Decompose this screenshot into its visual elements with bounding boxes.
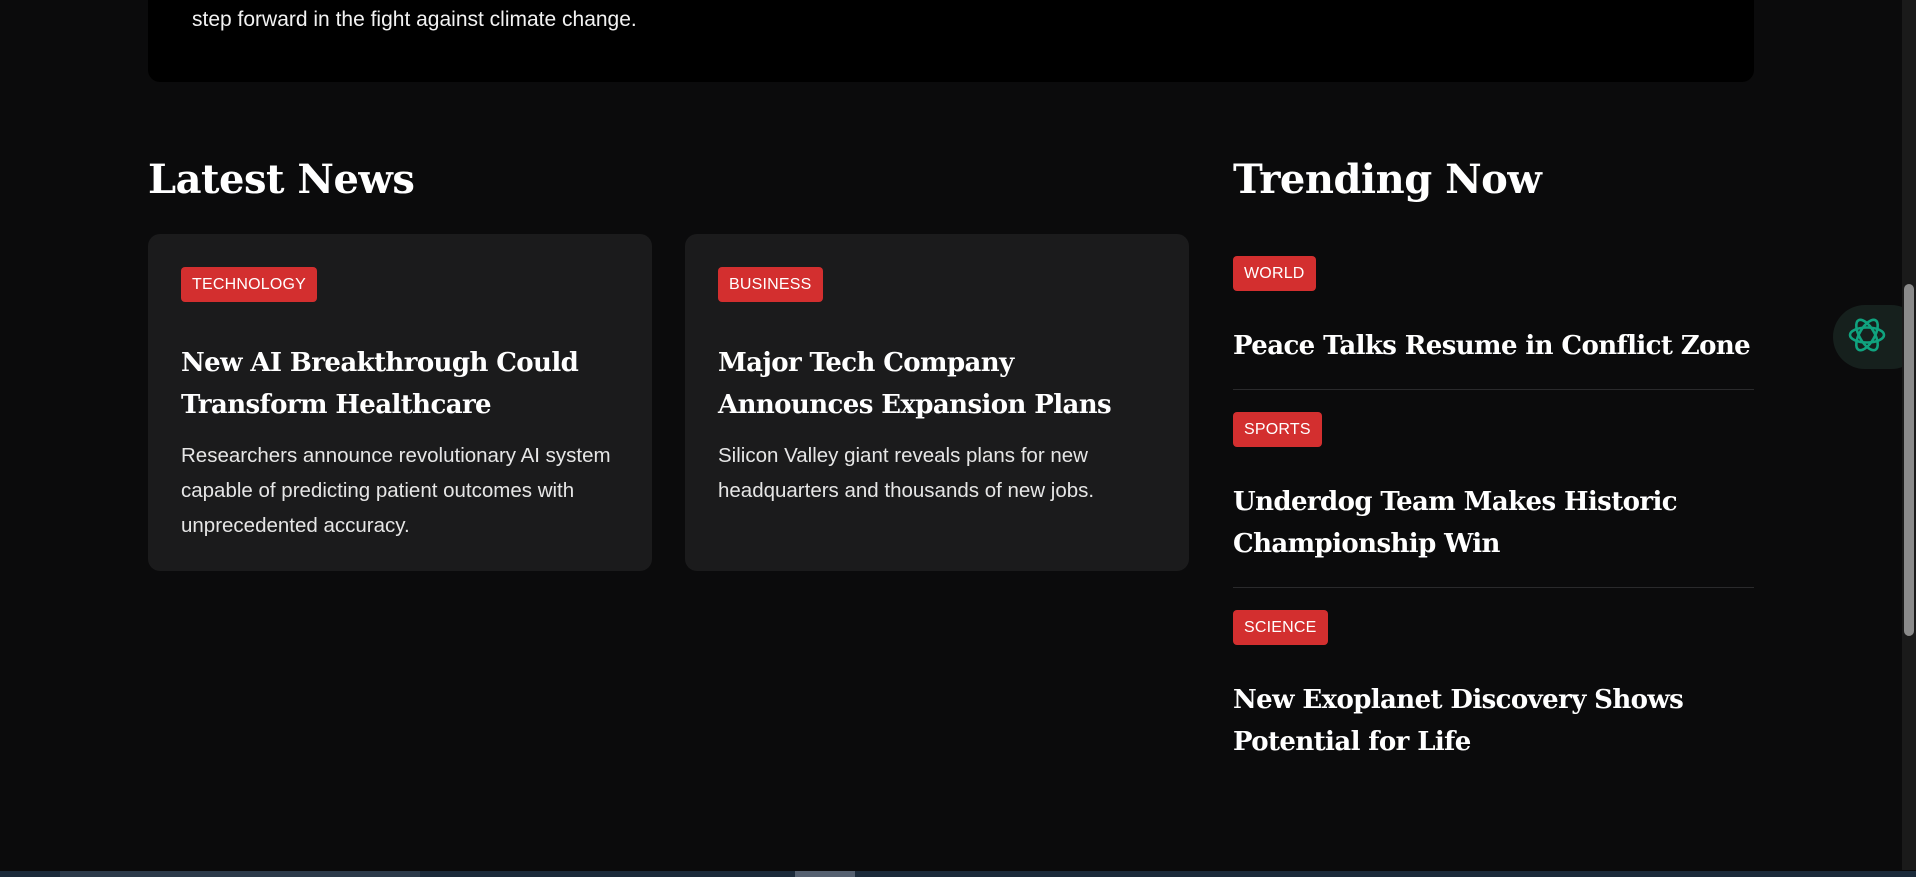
featured-story-card[interactable]: step forward in the fight against climat… bbox=[148, 0, 1754, 82]
trending-item-title[interactable]: Peace Talks Resume in Conflict Zone bbox=[1233, 325, 1754, 367]
page-viewport: step forward in the fight against climat… bbox=[0, 0, 1916, 877]
trending-list: WORLD Peace Talks Resume in Conflict Zon… bbox=[1233, 256, 1754, 807]
news-card[interactable]: TECHNOLOGY New AI Breakthrough Could Tra… bbox=[148, 234, 652, 571]
featured-story-text: step forward in the fight against climat… bbox=[192, 8, 637, 31]
category-tag[interactable]: WORLD bbox=[1233, 256, 1316, 291]
trending-item[interactable]: SPORTS Underdog Team Makes Historic Cham… bbox=[1233, 412, 1754, 588]
news-card-title[interactable]: New AI Breakthrough Could Transform Heal… bbox=[181, 342, 619, 426]
scrollbar-thumb[interactable] bbox=[1904, 284, 1914, 636]
news-card-description: Researchers announce revolutionary AI sy… bbox=[181, 444, 611, 537]
category-tag[interactable]: TECHNOLOGY bbox=[181, 267, 318, 302]
openai-icon bbox=[1845, 313, 1889, 362]
news-card[interactable]: BUSINESS Major Tech Company Announces Ex… bbox=[685, 234, 1189, 571]
category-tag[interactable]: SCIENCE bbox=[1233, 610, 1328, 645]
trending-item[interactable]: SCIENCE New Exoplanet Discovery Shows Po… bbox=[1233, 610, 1754, 785]
news-card-title[interactable]: Major Tech Company Announces Expansion P… bbox=[718, 342, 1156, 426]
trending-item-title[interactable]: New Exoplanet Discovery Shows Potential … bbox=[1233, 679, 1754, 763]
taskbar-window-preview[interactable] bbox=[60, 871, 420, 877]
news-card-description: Silicon Valley giant reveals plans for n… bbox=[718, 444, 1095, 502]
trending-item[interactable]: WORLD Peace Talks Resume in Conflict Zon… bbox=[1233, 256, 1754, 390]
trending-now-heading: Trending Now bbox=[1233, 156, 1542, 203]
taskbar-active-item[interactable] bbox=[795, 871, 855, 877]
category-tag[interactable]: BUSINESS bbox=[718, 267, 823, 302]
scrollbar-track[interactable] bbox=[1902, 0, 1916, 870]
category-tag[interactable]: SPORTS bbox=[1233, 412, 1322, 447]
latest-news-heading: Latest News bbox=[148, 156, 415, 203]
trending-item-title[interactable]: Underdog Team Makes Historic Championshi… bbox=[1233, 481, 1754, 565]
